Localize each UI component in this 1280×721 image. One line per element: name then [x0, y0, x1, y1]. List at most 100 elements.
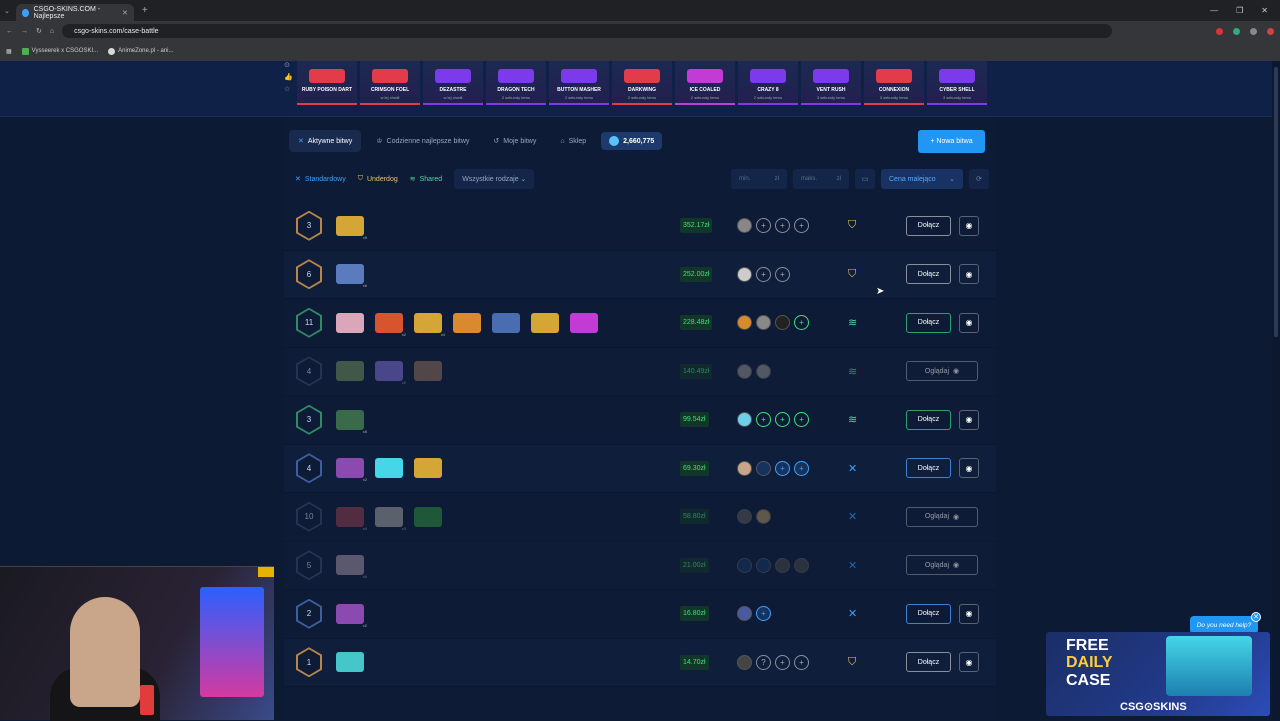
- minimize-icon[interactable]: —: [1210, 6, 1218, 15]
- empty-slot-icon[interactable]: +: [794, 654, 809, 670]
- restore-icon[interactable]: ❐: [1236, 6, 1243, 15]
- reload-icon[interactable]: ↻: [36, 27, 42, 35]
- close-help-icon[interactable]: ✕: [1251, 612, 1261, 622]
- watch-button[interactable]: Oglądaj ◉: [906, 506, 978, 527]
- bookmark-item[interactable]: Vysseerek x CSGOSKI...: [21, 47, 98, 55]
- apps-icon[interactable]: ▦: [6, 48, 12, 55]
- tab-my-battles[interactable]: ↺ Moje bitwy: [484, 130, 545, 152]
- empty-slot-icon[interactable]: +: [775, 654, 790, 670]
- star-icon[interactable]: ☆: [284, 85, 293, 93]
- empty-slot-icon[interactable]: +: [775, 218, 790, 234]
- new-battle-button[interactable]: + Nowa bitwa: [918, 130, 985, 153]
- empty-slot-icon[interactable]: +: [794, 218, 809, 234]
- forward-icon[interactable]: →: [21, 28, 28, 35]
- tab-menu-icon[interactable]: ⌄: [4, 7, 10, 15]
- join-button[interactable]: Dołącz: [906, 652, 951, 673]
- drop-time: 2 sekundy temu: [501, 95, 531, 100]
- join-button[interactable]: Dołącz: [906, 312, 951, 333]
- eye-icon[interactable]: ◉: [959, 264, 979, 285]
- eye-icon[interactable]: ◉: [959, 458, 979, 479]
- close-tab-icon[interactable]: ✕: [122, 9, 128, 17]
- sort-select[interactable]: Cena malejąco ⌄: [881, 169, 963, 189]
- filter-standard[interactable]: ✕ Standardowy: [289, 169, 352, 189]
- watch-button[interactable]: Oglądaj ◉: [906, 555, 978, 576]
- max-price-input[interactable]: maks. zł: [793, 169, 849, 189]
- free-daily-case-banner[interactable]: FREE DAILY CASE CSG⊙SKINS: [1046, 632, 1270, 716]
- eye-icon[interactable]: ◉: [959, 409, 979, 430]
- filter-underdog[interactable]: ⛉ Underdog: [352, 169, 404, 189]
- close-window-icon[interactable]: ✕: [1261, 6, 1268, 15]
- empty-slot-icon[interactable]: +: [756, 412, 771, 428]
- join-button[interactable]: Dołącz: [906, 409, 951, 430]
- extension-icon[interactable]: [1233, 27, 1240, 35]
- join-button[interactable]: Dołącz: [906, 458, 951, 479]
- url-text: csgo-skins.com/case-battle: [74, 27, 159, 35]
- live-drop-card[interactable]: DEZASTRE w lej chwili: [423, 61, 483, 105]
- extension-icon[interactable]: [1250, 27, 1257, 35]
- empty-slot-icon[interactable]: +: [794, 412, 809, 428]
- profile-icon[interactable]: [1267, 27, 1274, 35]
- empty-slot-icon[interactable]: +: [756, 218, 771, 234]
- watch-button[interactable]: Oglądaj ◉: [906, 361, 978, 382]
- case-icon: [492, 312, 520, 333]
- battle-row[interactable]: 3 x5 352.17zł + + + ⛉ Dołącz ◉: [284, 202, 996, 251]
- eye-icon[interactable]: ◉: [959, 652, 979, 673]
- battle-row[interactable]: 11 x2 x4 228.48zł + ≋ Dołącz ◉: [284, 299, 996, 348]
- browser-tab[interactable]: CSGO-SKINS.COM - Najlepsze ✕: [15, 4, 134, 21]
- case-icon: [336, 652, 364, 673]
- empty-slot-icon[interactable]: +: [794, 460, 809, 476]
- tab-active-battles[interactable]: ✕ Aktywne bitwy: [289, 130, 362, 152]
- live-drop-card[interactable]: VENT RUSH 3 sekundy temu: [801, 61, 861, 105]
- type-select[interactable]: Wszystkie rodzaje ⌄: [454, 169, 535, 189]
- empty-slot-icon[interactable]: +: [794, 315, 809, 331]
- empty-slot-icon[interactable]: +: [756, 606, 771, 622]
- live-drop-card[interactable]: ICE COALED 2 sekundy temu: [675, 61, 735, 105]
- tab-daily-best[interactable]: ♔ Codzienne najlepsze bitwy: [367, 130, 478, 152]
- live-drop-card[interactable]: CRAZY 8 2 sekundy temu: [738, 61, 798, 105]
- battle-row[interactable]: 3 x5 99.54zł + + + ≋ Dołącz ◉: [284, 396, 996, 445]
- live-drop-card[interactable]: DRAGON TECH 2 sekundy temu: [486, 61, 546, 105]
- join-button[interactable]: Dołącz: [906, 215, 951, 236]
- empty-slot-icon[interactable]: +: [775, 412, 790, 428]
- swords-icon: ✕: [295, 176, 301, 183]
- battle-row[interactable]: 10 x4 x3 58.80zł ✕ Oglądaj ◉: [284, 493, 996, 542]
- address-bar[interactable]: csgo-skins.com/case-battle: [62, 24, 1113, 38]
- scrollbar-thumb[interactable]: [1274, 67, 1278, 337]
- live-drop-card[interactable]: RUBY POISON DART: [297, 61, 357, 105]
- calendar-icon[interactable]: ▭: [855, 169, 875, 189]
- home-icon[interactable]: ⌂: [50, 28, 54, 35]
- back-icon[interactable]: ←: [6, 28, 13, 35]
- battle-row[interactable]: 1 14.70zł? + + ⛉ Dołącz ◉: [284, 638, 996, 687]
- join-button[interactable]: Dołącz: [906, 603, 951, 624]
- bookmark-item[interactable]: AnimeZone.pl - ani...: [108, 47, 174, 55]
- empty-slot-icon[interactable]: +: [775, 266, 790, 282]
- battle-row[interactable]: 4 x2 69.30zł + + ✕ Dołącz ◉: [284, 444, 996, 493]
- live-drop-card[interactable]: CONNEXION 3 sekundy temu: [864, 61, 924, 105]
- min-price-input[interactable]: min. zł: [731, 169, 787, 189]
- filter-shared[interactable]: ≋ Shared: [404, 169, 448, 189]
- weapon-icon: [624, 69, 660, 83]
- player-slots: [737, 509, 771, 525]
- page-scrollbar[interactable]: [1272, 61, 1280, 720]
- eye-icon[interactable]: ◉: [959, 215, 979, 236]
- battle-row[interactable]: 4 x2 140.49zł ≋ Oglądaj ◉: [284, 347, 996, 396]
- like-icon[interactable]: 👍: [284, 73, 293, 81]
- eye-icon[interactable]: ◉: [959, 312, 979, 333]
- live-drop-card[interactable]: BUTTON MASHER 2 sekundy temu: [549, 61, 609, 105]
- refresh-icon[interactable]: ⟳: [969, 169, 989, 189]
- battle-row[interactable]: 2 x2 16.80zł + ✕ Dołącz ◉: [284, 590, 996, 639]
- top-drops-icon[interactable]: ⊙: [284, 61, 293, 69]
- live-drop-card[interactable]: DARKWING 2 sekundy temu: [612, 61, 672, 105]
- new-tab-icon[interactable]: +: [142, 5, 148, 16]
- tab-shop[interactable]: ⌂ Sklep: [551, 130, 595, 152]
- live-drop-card[interactable]: CRIMSON FOEL w lej chwili: [360, 61, 420, 105]
- battle-row[interactable]: 5 x5 21.00zł ✕ Oglądaj ◉: [284, 541, 996, 590]
- empty-slot-icon[interactable]: +: [756, 266, 771, 282]
- eye-icon[interactable]: ◉: [959, 603, 979, 624]
- empty-slot-icon[interactable]: ?: [756, 654, 771, 670]
- extension-icon[interactable]: [1216, 27, 1223, 35]
- empty-slot-icon[interactable]: +: [775, 460, 790, 476]
- live-drop-card[interactable]: CYBER SHELL 3 sekundy temu: [927, 61, 987, 105]
- battle-row[interactable]: 6 x6 252.00zł + + ⛉ Dołącz ◉: [284, 250, 996, 299]
- join-button[interactable]: Dołącz: [906, 264, 951, 285]
